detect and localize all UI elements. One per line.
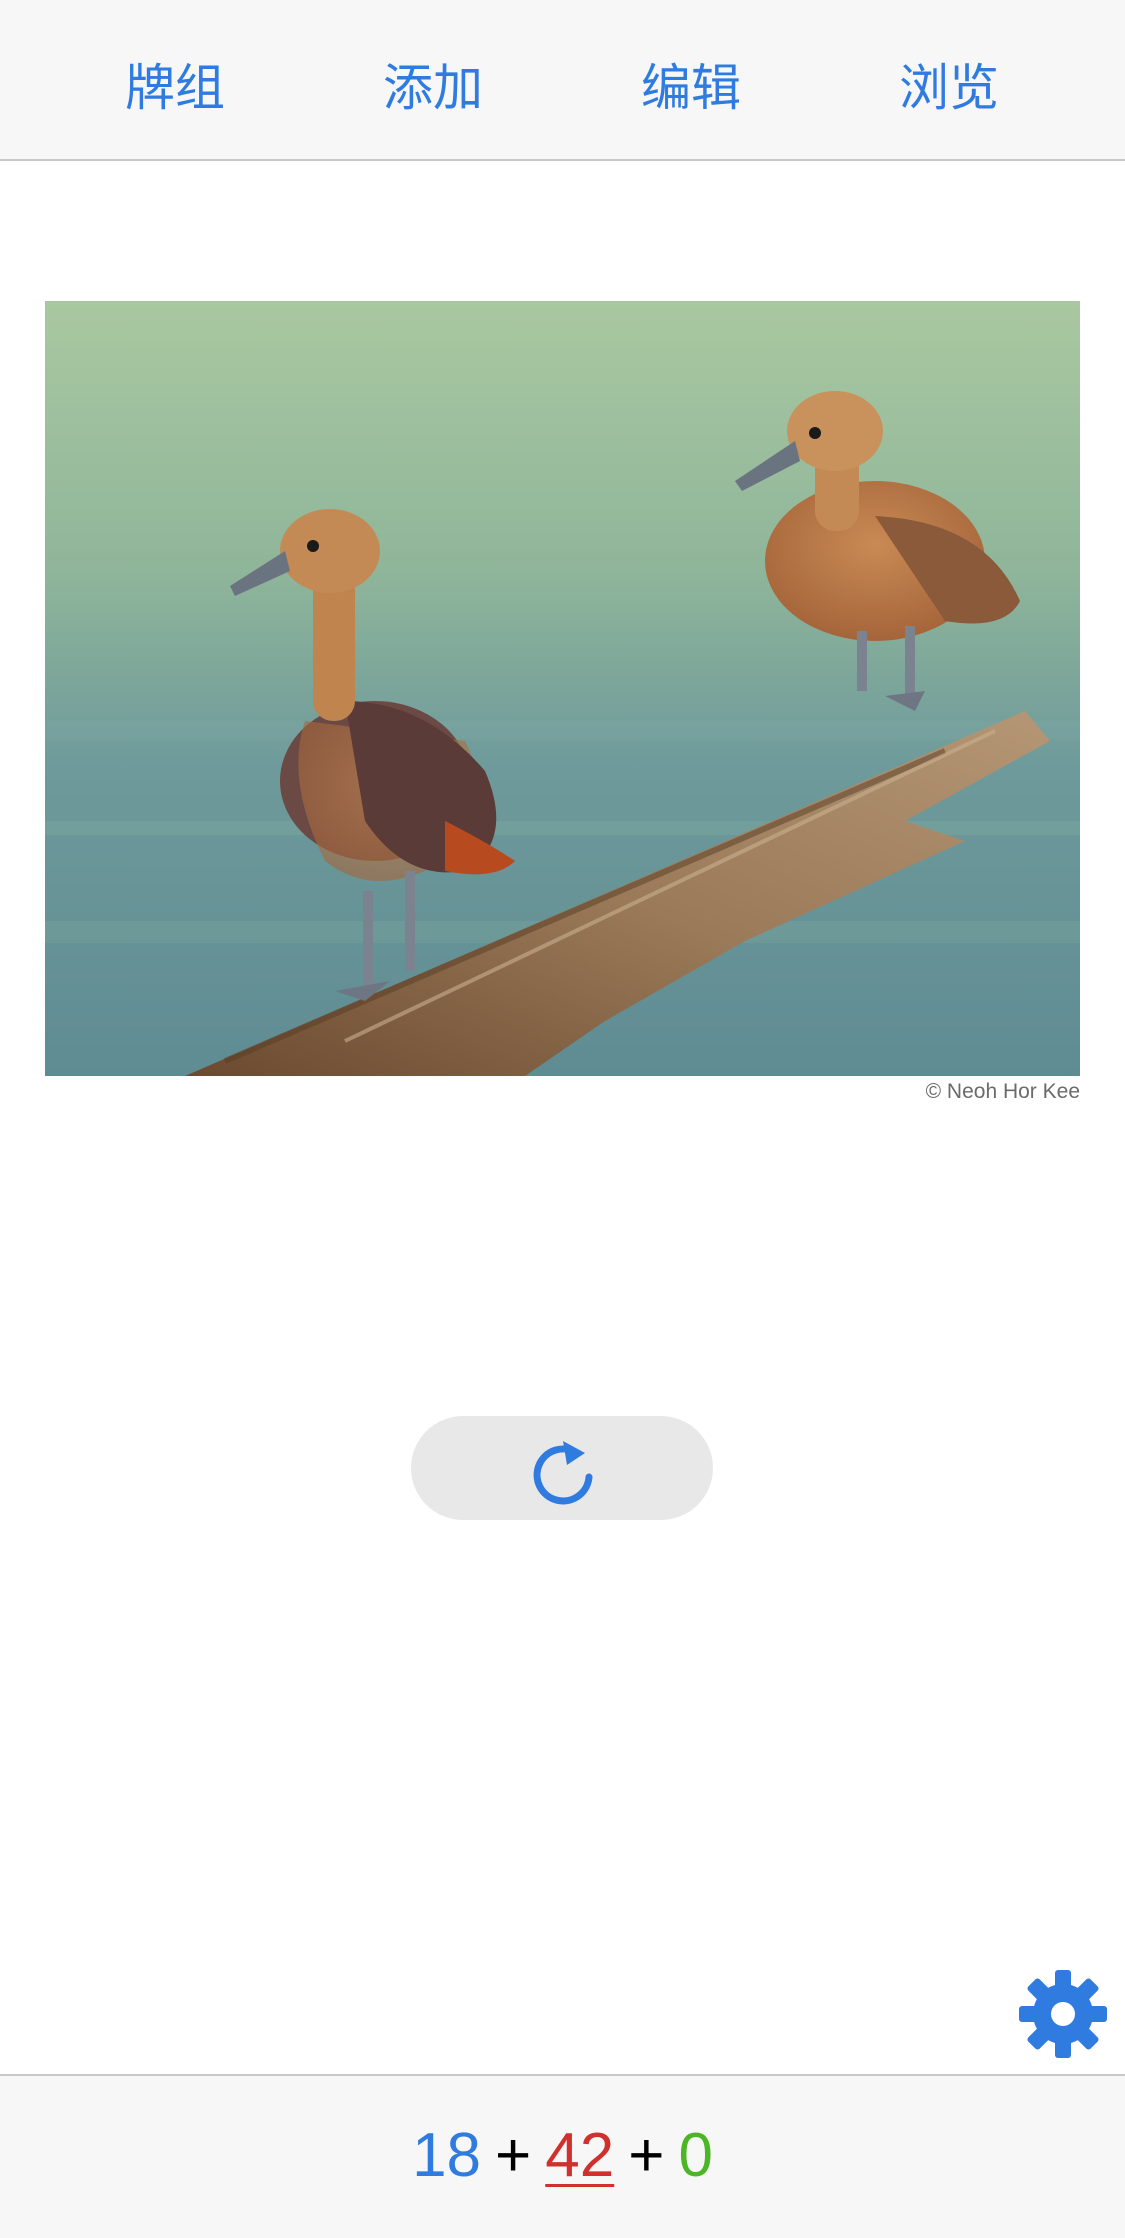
review-counts-bar: 18 +42 +0 xyxy=(0,2074,1125,2238)
review-screen: 牌组 添加 编辑 浏览 © Neoh Hor Kee 18 + 42 + 0 xyxy=(0,0,1125,2238)
nav-edit[interactable]: 编辑 xyxy=(591,58,791,118)
due-counts: 18 +42 +0 xyxy=(0,2120,1125,2192)
count-separator: + xyxy=(495,2121,532,2190)
nav-add[interactable]: 添加 xyxy=(333,58,533,118)
replay-icon xyxy=(533,1441,593,1505)
review-count: 0 xyxy=(678,2121,713,2190)
photo-credit: © Neoh Hor Kee xyxy=(925,1080,1080,1103)
count-separator: + xyxy=(628,2121,665,2190)
learning-count: 42 xyxy=(545,2121,615,2190)
nav-decks[interactable]: 牌组 xyxy=(75,58,275,118)
card-image xyxy=(45,301,1080,1076)
settings-gear-button[interactable] xyxy=(1015,1966,1111,2062)
new-count: 18 xyxy=(412,2121,482,2190)
gear-icon xyxy=(1019,1970,1107,2058)
top-nav-bar: 牌组 添加 编辑 浏览 xyxy=(0,0,1125,161)
nav-browse[interactable]: 浏览 xyxy=(849,58,1049,118)
replay-audio-button[interactable] xyxy=(411,1416,713,1520)
